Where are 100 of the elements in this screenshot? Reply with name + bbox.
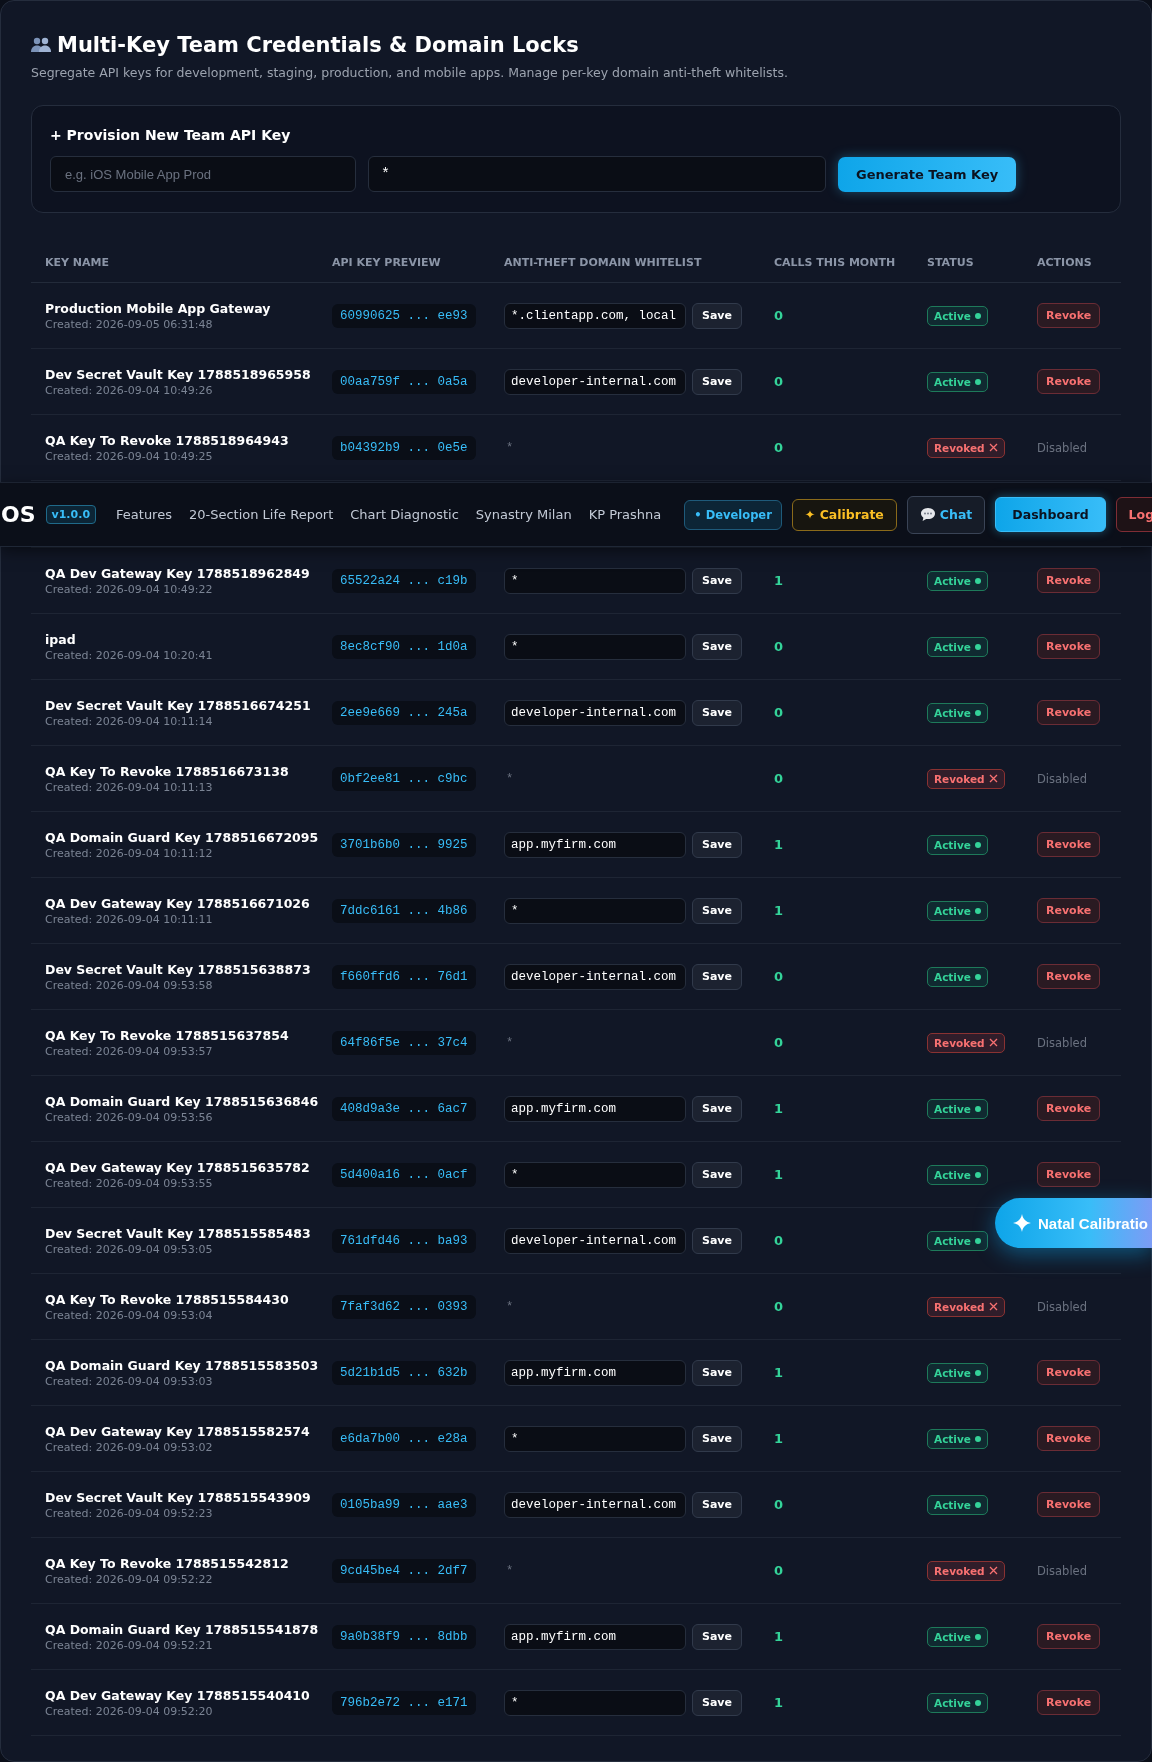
nav-link[interactable]: Chart Diagnostic	[350, 507, 459, 522]
whitelist-field[interactable]: *	[504, 897, 686, 924]
whitelist-field[interactable]: app.myfirm.com	[504, 1359, 686, 1386]
save-button[interactable]: Save	[692, 1623, 742, 1650]
created-date: Created: 2026-09-04 09:52:21	[45, 1638, 214, 1652]
revoke-button[interactable]: Revoke	[1037, 1492, 1101, 1517]
created-date: Created: 2026-09-04 10:49:25	[45, 449, 214, 463]
key-name: Dev Secret Vault Key 1788515543909	[45, 1489, 312, 1505]
whitelist-field[interactable]: *.clientapp.com, local	[504, 302, 686, 329]
status-badge: Active	[927, 305, 988, 326]
created-date: Created: 2026-09-04 09:53:03	[45, 1374, 214, 1388]
save-button[interactable]: Save	[692, 1227, 742, 1254]
disabled-label: Disabled	[1037, 771, 1088, 786]
key-preview: 64f86f5e ... 37c4	[332, 1030, 476, 1055]
key-preview: 9cd45be4 ... 2df7	[332, 1558, 476, 1583]
whitelist-field[interactable]: developer-internal.com	[504, 1227, 686, 1254]
whitelist-field[interactable]: app.myfirm.com	[504, 1623, 686, 1650]
save-button[interactable]: Save	[692, 1425, 742, 1452]
calls-count: 0	[774, 1299, 785, 1314]
save-button[interactable]: Save	[692, 831, 742, 858]
created-date: Created: 2026-09-04 10:11:13	[45, 780, 214, 794]
calibrate-button[interactable]: ✦ Calibrate	[791, 498, 897, 531]
revoke-button[interactable]: Revoke	[1037, 1426, 1101, 1451]
column-header: API KEY PREVIEW	[332, 256, 442, 269]
revoke-button[interactable]: Revoke	[1037, 1096, 1101, 1121]
save-button[interactable]: Save	[692, 1689, 742, 1716]
whitelist-field[interactable]: app.myfirm.com	[504, 1095, 686, 1122]
brand-logo[interactable]: OS	[1, 502, 36, 527]
whitelist-field[interactable]: developer-internal.com	[504, 963, 686, 990]
save-button[interactable]: Save	[692, 633, 742, 660]
whitelist-field[interactable]: *	[504, 1689, 686, 1716]
status-badge: Revoked	[927, 1296, 1005, 1317]
revoke-button[interactable]: Revoke	[1037, 898, 1101, 923]
save-button[interactable]: Save	[692, 1359, 742, 1386]
whitelist-field[interactable]: *	[504, 1161, 686, 1188]
nav-link[interactable]: Features	[116, 507, 172, 522]
save-button[interactable]: Save	[692, 1491, 742, 1518]
key-name: QA Dev Gateway Key 1788515635782	[45, 1159, 311, 1175]
chat-button[interactable]: Chat	[906, 495, 986, 534]
save-button[interactable]: Save	[692, 1095, 742, 1122]
save-button[interactable]: Save	[692, 963, 742, 990]
key-name-field[interactable]: e.g. iOS Mobile App Prod	[50, 156, 356, 192]
whitelist-field[interactable]: developer-internal.com	[504, 699, 686, 726]
created-date: Created: 2026-09-04 10:11:12	[45, 846, 214, 860]
nav-link[interactable]: Synastry Milan	[475, 507, 572, 522]
save-button[interactable]: Save	[692, 699, 742, 726]
revoke-button[interactable]: Revoke	[1037, 568, 1101, 593]
whitelist-field[interactable]: app.myfirm.com	[504, 831, 686, 858]
revoke-button[interactable]: Revoke	[1037, 1162, 1101, 1187]
save-button[interactable]: Save	[692, 1161, 742, 1188]
key-preview: f660ffd6 ... 76d1	[332, 964, 476, 989]
disabled-label: Disabled	[1037, 1563, 1088, 1578]
status-badge: Active	[927, 966, 988, 987]
column-header: ANTI-THEFT DOMAIN WHITELIST	[504, 256, 703, 269]
nav-link[interactable]: KP Prashna	[588, 507, 662, 522]
calls-count: 0	[774, 308, 785, 323]
whitelist-field[interactable]: developer-internal.com	[504, 368, 686, 395]
save-button[interactable]: Save	[692, 368, 742, 395]
key-name: QA Domain Guard Key 1788516672095	[45, 829, 320, 845]
revoke-button[interactable]: Revoke	[1037, 303, 1101, 328]
calls-count: 0	[774, 639, 785, 654]
status-badge: Active	[927, 371, 988, 392]
status-badge: Active	[927, 1362, 988, 1383]
calls-count: 0	[774, 1497, 785, 1512]
revoke-button[interactable]: Revoke	[1037, 832, 1101, 857]
key-name: QA Dev Gateway Key 1788515540410	[45, 1687, 311, 1703]
revoke-button[interactable]: Revoke	[1037, 1624, 1101, 1649]
key-preview: b04392b9 ... 0e5e	[332, 435, 476, 460]
save-button[interactable]: Save	[692, 567, 742, 594]
status-badge: Active	[927, 636, 988, 657]
status-badge: Active	[927, 702, 988, 723]
domain-field[interactable]: *	[368, 156, 826, 192]
status-badge: Revoked	[927, 1032, 1005, 1053]
key-name: Dev Secret Vault Key 1788516674251	[45, 697, 312, 713]
provision-title: + Provision New Team API Key	[50, 126, 292, 144]
whitelist-field[interactable]: *	[504, 633, 686, 660]
whitelist-field[interactable]: developer-internal.com	[504, 1491, 686, 1518]
dashboard-button[interactable]: Dashboard	[995, 497, 1106, 532]
whitelist-text: *	[505, 440, 514, 455]
revoke-button[interactable]: Revoke	[1037, 634, 1101, 659]
key-preview: e6da7b00 ... e28a	[332, 1426, 476, 1451]
calls-count: 1	[774, 1101, 785, 1116]
whitelist-text: *	[505, 1299, 514, 1314]
whitelist-field[interactable]: *	[504, 567, 686, 594]
whitelist-field[interactable]: *	[504, 1425, 686, 1452]
save-button[interactable]: Save	[692, 302, 742, 329]
save-button[interactable]: Save	[692, 897, 742, 924]
key-name: Dev Secret Vault Key 1788515638873	[45, 961, 312, 977]
nav-link[interactable]: 20-Section Life Report	[188, 507, 334, 522]
revoke-button[interactable]: Revoke	[1037, 964, 1101, 989]
key-preview: 2ee9e669 ... 245a	[332, 700, 476, 725]
revoke-button[interactable]: Revoke	[1037, 1690, 1101, 1715]
revoke-button[interactable]: Revoke	[1037, 369, 1101, 394]
revoke-button[interactable]: Revoke	[1037, 700, 1101, 725]
developer-badge[interactable]: • Developer	[684, 499, 782, 530]
sparkle-icon	[1012, 1214, 1031, 1232]
calls-count: 0	[774, 969, 785, 984]
revoke-button[interactable]: Revoke	[1037, 1360, 1101, 1385]
generate-key-button[interactable]: Generate Team Key	[838, 156, 1017, 192]
created-date: Created: 2026-09-04 09:53:56	[45, 1110, 214, 1124]
